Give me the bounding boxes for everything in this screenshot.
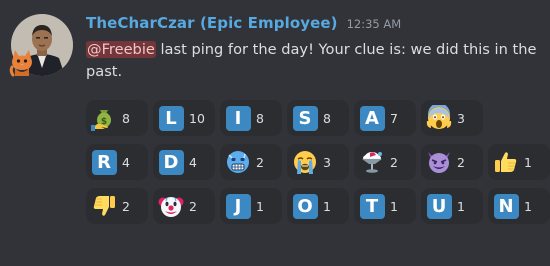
reaction-button-letter-o[interactable]: O1 [287,188,349,224]
regional-indicator-letter: L [158,105,184,131]
reaction-count: 8 [323,110,331,126]
screaming-face-icon [425,104,453,132]
smiling-imp-icon [425,148,453,176]
reaction-count: 2 [390,154,398,170]
regional-indicator-letter: N [493,193,519,219]
clown-face-icon [157,192,185,220]
reaction-button-letter-n[interactable]: N1 [488,188,550,224]
regional-indicator-i-icon: I [224,104,252,132]
reaction-row: 22J1O1T1U1N1 [86,188,550,224]
reaction-button-letter-t[interactable]: T1 [354,188,416,224]
reaction-button-letter-r[interactable]: R4 [86,144,148,180]
regional-indicator-l-icon: L [157,104,185,132]
reaction-count: 2 [189,198,197,214]
regional-indicator-letter: J [225,193,251,219]
regional-indicator-letter: U [426,193,452,219]
regional-indicator-u-icon: U [425,192,453,220]
regional-indicator-letter: A [359,105,385,131]
reaction-button-letter-l[interactable]: L 10 [153,100,215,136]
reaction-count: 2 [256,154,264,170]
regional-indicator-letter: S [292,105,318,131]
cold-face-icon [224,148,252,176]
user-mention[interactable]: @Freebie [86,41,156,58]
money-bag-hand-icon: $ [90,104,118,132]
regional-indicator-d-icon: D [157,148,185,176]
reaction-button-thumbs-up[interactable]: 1 [488,144,550,180]
reaction-button-cold-face[interactable]: 2 [220,144,282,180]
regional-indicator-o-icon: O [291,192,319,220]
regional-indicator-letter: R [91,149,117,175]
regional-indicator-j-icon: J [224,192,252,220]
regional-indicator-r-icon: R [90,148,118,176]
reaction-count: 8 [122,110,130,126]
reaction-button-letter-s[interactable]: S8 [287,100,349,136]
regional-indicator-a-icon: A [358,104,386,132]
regional-indicator-n-icon: N [492,192,520,220]
reaction-button-letter-d[interactable]: D4 [153,144,215,180]
message-header: TheCharCzar (Epic Employee) 12:35 AM [86,14,401,38]
reaction-count: 7 [390,110,398,126]
regional-indicator-letter: T [359,193,385,219]
reaction-count: 2 [457,154,465,170]
reaction-button-letter-a[interactable]: A7 [354,100,416,136]
reaction-button-letter-j[interactable]: J1 [220,188,282,224]
reaction-button-loudly-crying-face[interactable]: 3 [287,144,349,180]
reaction-button-smiling-imp[interactable]: 2 [421,144,483,180]
reaction-button-shaved-ice[interactable]: 2 [354,144,416,180]
shaved-ice-icon [358,148,386,176]
reaction-button-letter-i[interactable]: I8 [220,100,282,136]
loudly-crying-face-icon [291,148,319,176]
regional-indicator-s-icon: S [291,104,319,132]
reaction-row: $8 L 10 I 8 S 8 A 7 3 [86,100,546,136]
reaction-count: 1 [457,198,465,214]
regional-indicator-t-icon: T [358,192,386,220]
avatar-container[interactable] [9,14,73,77]
reaction-button-money-bag-hand[interactable]: $8 [86,100,148,136]
reaction-button-screaming-face[interactable]: 3 [421,100,483,136]
regional-indicator-letter: I [225,105,251,131]
reaction-count: 1 [390,198,398,214]
reaction-button-letter-u[interactable]: U1 [421,188,483,224]
thumbs-down-icon [90,192,118,220]
reaction-count: 10 [189,110,205,126]
reaction-button-clown-face[interactable]: 2 [153,188,215,224]
thumbs-up-icon [492,148,520,176]
reaction-count: 8 [256,110,264,126]
reaction-count: 3 [457,110,465,126]
regional-indicator-letter: D [158,149,184,175]
reaction-count: 1 [524,154,532,170]
reaction-row: R4D423221 [86,144,550,180]
author-username[interactable]: TheCharCzar (Epic Employee) [86,14,338,32]
reaction-count: 4 [189,154,197,170]
chat-message: TheCharCzar (Epic Employee) 12:35 AM @Fr… [0,0,550,266]
regional-indicator-letter: O [292,193,318,219]
reaction-count: 1 [524,198,532,214]
reaction-count: 2 [122,198,130,214]
message-timestamp[interactable]: 12:35 AM [347,17,402,31]
reactions-bar: $8 L 10 I 8 S 8 A 7 3 R 4 D 4 2 3 2 2 1 2 2 J 1 O 1 T 1 U 1 N 1 [86,100,550,232]
message-content: @Freebie last ping for the day! Your clu… [86,39,541,83]
reaction-count: 1 [256,198,264,214]
reaction-count: 4 [122,154,130,170]
reaction-button-thumbs-down[interactable]: 2 [86,188,148,224]
reaction-count: 3 [323,154,331,170]
cat-avatar-decoration-icon [9,50,32,77]
reaction-count: 1 [323,198,331,214]
